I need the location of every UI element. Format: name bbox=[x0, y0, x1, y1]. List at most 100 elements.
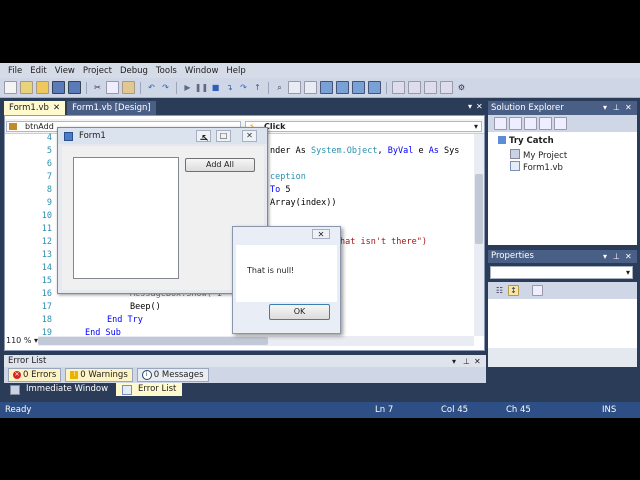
prev-bookmark-icon[interactable] bbox=[336, 81, 349, 94]
horizontal-scrollbar[interactable] bbox=[38, 336, 474, 346]
warnings-filter-button[interactable]: ! 0 Warnings bbox=[65, 368, 133, 382]
menu-window[interactable]: Window bbox=[181, 66, 223, 76]
next-bookmark-icon[interactable] bbox=[352, 81, 365, 94]
code-line-18: End Try bbox=[107, 315, 143, 325]
bookmark-icon[interactable] bbox=[320, 81, 333, 94]
close-icon[interactable]: ✕ bbox=[53, 103, 60, 113]
list-box[interactable] bbox=[73, 157, 179, 279]
cut-icon[interactable]: ✂ bbox=[92, 82, 103, 93]
object-selector[interactable]: ▾ bbox=[490, 266, 633, 279]
code-line-12: hat isn't there") bbox=[340, 237, 427, 247]
tree-item-project[interactable]: Try Catch bbox=[498, 136, 554, 146]
properties-description bbox=[488, 348, 637, 367]
pin-icon[interactable]: ⊥ bbox=[613, 103, 620, 112]
pin-icon[interactable]: ⊥ bbox=[463, 357, 470, 366]
error-list-header: Error List bbox=[4, 355, 486, 367]
tab-error-list[interactable]: Error List bbox=[116, 383, 183, 396]
dropdown-icon[interactable]: ▾ bbox=[452, 357, 456, 366]
scroll-thumb[interactable] bbox=[475, 174, 483, 244]
step-into-icon[interactable]: ↴ bbox=[224, 82, 235, 93]
close-icon[interactable]: ✕ bbox=[474, 357, 481, 366]
redo-icon[interactable]: ↷ bbox=[160, 82, 171, 93]
dropdown-arrow-icon[interactable]: ▾ bbox=[474, 122, 478, 131]
properties-grid[interactable] bbox=[488, 299, 637, 348]
messages-filter-button[interactable]: i0 Messages bbox=[136, 368, 209, 382]
class-icon bbox=[9, 123, 17, 130]
tab-form1-vb[interactable]: Form1.vb ✕ bbox=[4, 101, 66, 115]
immediate-window-icon bbox=[10, 384, 20, 395]
stop-icon[interactable]: ■ bbox=[210, 82, 221, 93]
error-list-title: Error List bbox=[8, 356, 47, 366]
vertical-scrollbar[interactable] bbox=[474, 134, 484, 336]
solution-explorer-title: Solution Explorer bbox=[491, 103, 564, 113]
errors-filter-button[interactable]: ✕ 0 Errors bbox=[8, 368, 62, 382]
menu-tools[interactable]: Tools bbox=[152, 66, 181, 76]
add-item-icon[interactable] bbox=[20, 81, 33, 94]
add-all-button[interactable]: Add All bbox=[185, 158, 255, 172]
zoom-level[interactable]: 110 % ▾ bbox=[6, 336, 38, 346]
save-all-icon[interactable] bbox=[68, 81, 81, 94]
categorized-icon[interactable]: ☷ bbox=[494, 285, 505, 296]
scroll-thumb[interactable] bbox=[38, 337, 268, 345]
step-over-icon[interactable]: ↷ bbox=[238, 82, 249, 93]
status-bar: Ready Ln 7 Col 45 Ch 45 INS bbox=[0, 402, 640, 418]
tab-form1-design[interactable]: Form1.vb [Design] bbox=[67, 101, 156, 115]
close-icon[interactable]: ✕ bbox=[242, 130, 257, 142]
menu-edit[interactable]: Edit bbox=[26, 66, 50, 76]
toolbar-separator bbox=[386, 81, 387, 94]
show-all-files-icon[interactable] bbox=[509, 117, 522, 130]
save-icon[interactable] bbox=[52, 81, 65, 94]
close-icon[interactable]: ✕ bbox=[625, 103, 632, 112]
tab-label: Immediate Window bbox=[26, 384, 109, 394]
comment-icon[interactable] bbox=[288, 81, 301, 94]
uncomment-icon[interactable] bbox=[304, 81, 317, 94]
copy-icon[interactable] bbox=[106, 81, 119, 94]
pause-icon[interactable]: ❚❚ bbox=[195, 82, 208, 93]
properties-toolbar: ☷ ↕ bbox=[488, 282, 637, 299]
menu-project[interactable]: Project bbox=[79, 66, 116, 76]
dropdown-icon[interactable]: ▾ bbox=[603, 252, 607, 261]
object-browser-icon[interactable] bbox=[424, 81, 437, 94]
properties-icon[interactable] bbox=[494, 117, 507, 130]
undo-icon[interactable]: ↶ bbox=[146, 82, 157, 93]
extension-icon[interactable]: ⚙ bbox=[456, 82, 467, 93]
view-code-icon[interactable] bbox=[539, 117, 552, 130]
code-line-17: Beep() bbox=[130, 302, 161, 312]
menu-debug[interactable]: Debug bbox=[116, 66, 152, 76]
find-icon[interactable]: ⌕ bbox=[274, 82, 285, 93]
warning-icon: ! bbox=[70, 371, 79, 379]
alphabetical-icon[interactable]: ↕ bbox=[508, 285, 519, 296]
close-icon[interactable]: ✕ bbox=[625, 252, 632, 261]
start-debugging-icon[interactable]: ▶ bbox=[182, 82, 193, 93]
toolbar-separator bbox=[268, 81, 269, 94]
tree-item-form1[interactable]: Form1.vb bbox=[510, 161, 563, 173]
tab-immediate-window[interactable]: Immediate Window bbox=[4, 383, 114, 396]
step-out-icon[interactable]: ↑ bbox=[252, 82, 263, 93]
close-icon[interactable]: ✕ bbox=[312, 229, 330, 239]
properties-icon[interactable] bbox=[408, 81, 421, 94]
tab-dropdown-icon[interactable]: ▾ bbox=[468, 102, 472, 111]
document-tabs: Form1.vb ✕ Form1.vb [Design] bbox=[4, 101, 484, 115]
clear-bookmarks-icon[interactable] bbox=[368, 81, 381, 94]
pin-icon[interactable]: ⊥ bbox=[613, 252, 620, 261]
menu-view[interactable]: View bbox=[51, 66, 79, 76]
maximize-icon[interactable]: □ bbox=[216, 130, 231, 142]
close-document-icon[interactable]: ✕ bbox=[476, 102, 483, 111]
tree-item-label: Try Catch bbox=[509, 136, 554, 146]
toolbox-icon[interactable] bbox=[440, 81, 453, 94]
status-insert-mode: INS bbox=[602, 405, 617, 415]
refresh-icon[interactable] bbox=[524, 117, 537, 130]
new-project-icon[interactable] bbox=[4, 81, 17, 94]
menu-help[interactable]: Help bbox=[222, 66, 249, 76]
tree-item-my-project[interactable]: My Project bbox=[510, 149, 567, 161]
view-designer-icon[interactable] bbox=[554, 117, 567, 130]
solution-explorer-toolbar bbox=[488, 115, 637, 132]
dropdown-icon[interactable]: ▾ bbox=[603, 103, 607, 112]
menu-file[interactable]: File bbox=[4, 66, 26, 76]
property-pages-icon[interactable] bbox=[532, 285, 543, 296]
solution-explorer-icon[interactable] bbox=[392, 81, 405, 94]
status-char: Ch 45 bbox=[506, 405, 531, 415]
ok-button[interactable]: OK bbox=[269, 304, 330, 320]
open-icon[interactable] bbox=[36, 81, 49, 94]
paste-icon[interactable] bbox=[122, 81, 135, 94]
